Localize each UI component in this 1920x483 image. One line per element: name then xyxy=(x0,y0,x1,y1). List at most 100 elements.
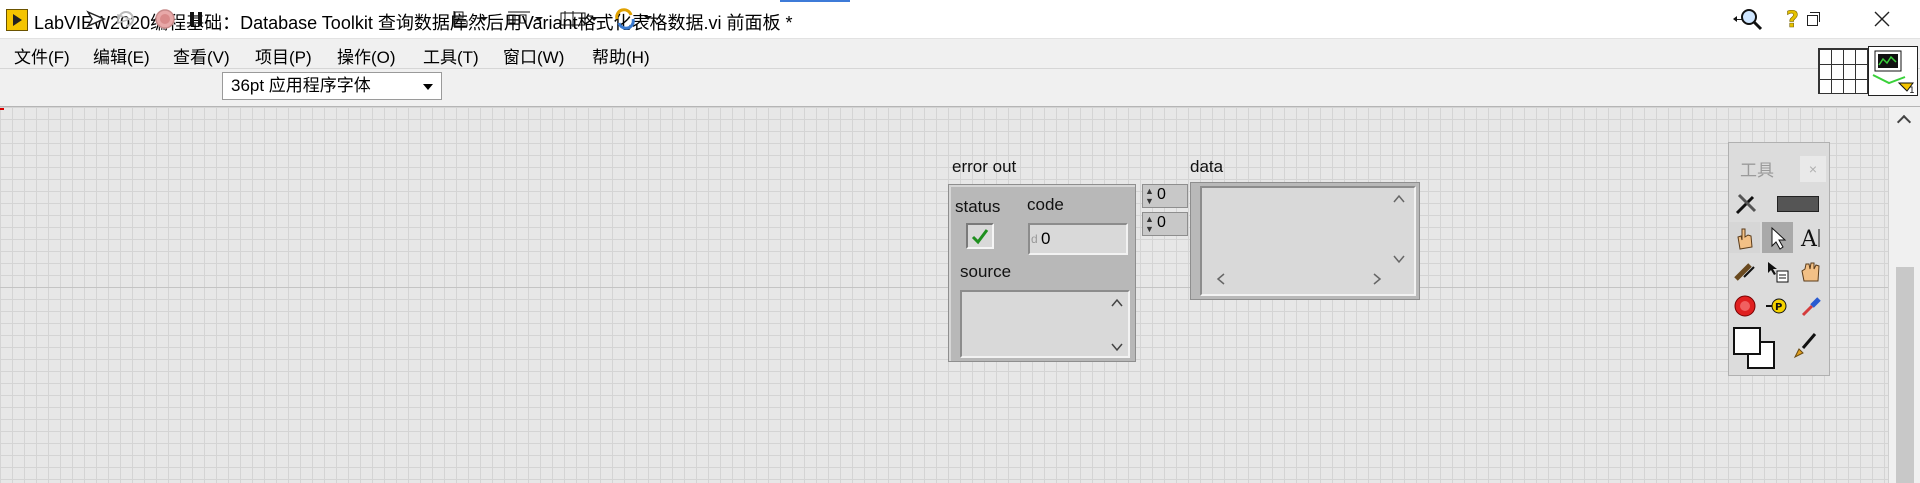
shortcut-menu-icon xyxy=(1767,261,1788,282)
scroll-thumb[interactable] xyxy=(1896,267,1914,483)
resize-objects-icon xyxy=(560,11,598,27)
align-objects-icon xyxy=(453,11,488,27)
tools-palette-title: 工具 xyxy=(1740,161,1774,180)
chevron-down-icon xyxy=(423,84,433,90)
abort-button[interactable] xyxy=(153,8,177,30)
code-indicator[interactable]: d 0 xyxy=(1028,223,1128,255)
run-arrow-icon xyxy=(86,10,106,28)
menu-file[interactable]: 文件(F) xyxy=(14,43,70,68)
code-radix: d xyxy=(1031,232,1038,246)
reorder-icon xyxy=(615,8,652,30)
color-copy-tool-button[interactable] xyxy=(1795,290,1826,321)
panel-guideline xyxy=(0,287,1888,288)
checkmark-icon xyxy=(971,229,989,245)
run-continuously-icon xyxy=(117,11,134,27)
scroll-down-icon[interactable] xyxy=(1392,254,1406,264)
foreground-background-color-icon xyxy=(1733,327,1775,369)
scroll-right-icon[interactable] xyxy=(1372,272,1382,286)
increment-decrement-icon[interactable]: ▲ ▼ xyxy=(1145,186,1154,206)
align-objects-button[interactable] xyxy=(452,8,490,30)
menu-view[interactable]: 查看(V) xyxy=(173,43,230,68)
arrow-cursor-icon xyxy=(1771,226,1786,250)
menu-edit[interactable]: 编辑(E) xyxy=(93,43,150,68)
vi-icon-graphic: 1 xyxy=(1872,50,1915,96)
svg-text:1: 1 xyxy=(1909,86,1915,95)
source-indicator[interactable] xyxy=(960,290,1130,358)
probe-tool-button[interactable]: P xyxy=(1762,290,1793,321)
column-index-value: 0 xyxy=(1157,214,1166,231)
shortcut-menu-tool-button[interactable] xyxy=(1762,256,1793,287)
distribute-objects-button[interactable] xyxy=(505,8,545,30)
error-out-label: error out xyxy=(952,157,1017,176)
resize-objects-button[interactable] xyxy=(558,8,600,30)
search-button[interactable] xyxy=(1730,8,1766,31)
row-index-control[interactable]: ▲ ▼ 0 xyxy=(1142,184,1188,208)
pause-icon xyxy=(190,12,202,26)
led-bar-icon xyxy=(1777,195,1819,212)
status-label: status xyxy=(955,197,1001,216)
grab-hand-icon xyxy=(1800,262,1820,281)
menu-tools[interactable]: 工具(T) xyxy=(423,43,479,68)
eyedropper-icon xyxy=(1801,296,1821,316)
stop-icon xyxy=(155,9,175,29)
scroll-left-icon[interactable] xyxy=(1216,272,1226,286)
data-label: data xyxy=(1190,157,1224,176)
search-icon xyxy=(1733,9,1763,31)
title-bar-accent xyxy=(780,0,850,2)
row-index-value: 0 xyxy=(1157,186,1166,203)
help-button[interactable]: ? xyxy=(1782,8,1804,31)
connector-pane[interactable] xyxy=(1818,48,1868,94)
scroll-up-icon[interactable] xyxy=(1110,298,1124,308)
color-tool-swatch[interactable] xyxy=(1730,324,1780,372)
menu-operate[interactable]: 操作(O) xyxy=(337,43,396,68)
menu-window[interactable]: 窗口(W) xyxy=(503,43,564,68)
menu-project[interactable]: 项目(P) xyxy=(255,43,312,68)
menu-help[interactable]: 帮助(H) xyxy=(592,43,650,68)
increment-decrement-icon[interactable]: ▲ ▼ xyxy=(1145,214,1154,234)
svg-text:?: ? xyxy=(1786,8,1799,31)
vi-icon[interactable]: 1 xyxy=(1868,46,1918,96)
scroll-up-icon[interactable] xyxy=(1896,114,1912,130)
operate-tool-button[interactable] xyxy=(1729,222,1760,253)
status-indicator[interactable] xyxy=(966,223,994,249)
text-tool-icon: A xyxy=(1800,227,1819,251)
position-tool-button[interactable] xyxy=(1762,222,1793,253)
automatic-tool-icon xyxy=(1735,193,1756,214)
breakpoint-icon xyxy=(1734,295,1755,316)
pause-button[interactable] xyxy=(186,8,206,30)
panel-origin-mark xyxy=(0,108,4,110)
coloring-tool-button[interactable] xyxy=(1788,330,1819,361)
reorder-button[interactable] xyxy=(612,8,654,30)
source-label: source xyxy=(960,262,1012,281)
scroll-up-icon[interactable] xyxy=(1392,194,1406,204)
scroll-down-icon[interactable] xyxy=(1110,342,1124,352)
front-panel-canvas[interactable] xyxy=(0,107,1888,483)
close-button[interactable] xyxy=(1854,0,1910,38)
close-icon xyxy=(1874,11,1890,27)
run-button[interactable] xyxy=(84,8,108,30)
window-title: LabVIEW2020编程基础：Database Toolkit 查询数据库然后… xyxy=(34,13,793,33)
svg-text:A: A xyxy=(1800,227,1818,251)
font-select[interactable]: 36pt 应用程序字体 xyxy=(222,72,442,100)
column-index-control[interactable]: ▲ ▼ 0 xyxy=(1142,212,1188,236)
hand-pointer-icon xyxy=(1736,228,1753,250)
auto-tool-indicator[interactable] xyxy=(1776,188,1820,219)
menu-bar: 文件(F) 编辑(E) 查看(V) 项目(P) 操作(O) 工具(T) 窗口(W… xyxy=(0,38,1920,69)
svg-text:P: P xyxy=(1775,302,1782,313)
labview-app-icon xyxy=(6,9,28,31)
breakpoint-tool-button[interactable] xyxy=(1729,290,1760,321)
run-continuously-button[interactable] xyxy=(114,8,138,30)
wiring-spool-icon xyxy=(1733,262,1755,281)
auto-tool-button[interactable] xyxy=(1730,188,1761,219)
code-label: code xyxy=(1027,195,1064,214)
data-table-indicator[interactable] xyxy=(1200,186,1416,296)
label-tool-button[interactable]: A xyxy=(1795,222,1826,253)
wiring-tool-button[interactable] xyxy=(1729,256,1760,287)
font-select-value: 36pt 应用程序字体 xyxy=(231,76,371,95)
palette-close-button[interactable]: × xyxy=(1800,156,1826,182)
scroll-tool-button[interactable] xyxy=(1795,256,1826,287)
title-bar: LabVIEW2020编程基础：Database Toolkit 查询数据库然后… xyxy=(0,0,1920,38)
distribute-objects-icon xyxy=(508,11,543,24)
vertical-scrollbar[interactable] xyxy=(1888,107,1920,483)
probe-icon: P xyxy=(1765,298,1786,313)
